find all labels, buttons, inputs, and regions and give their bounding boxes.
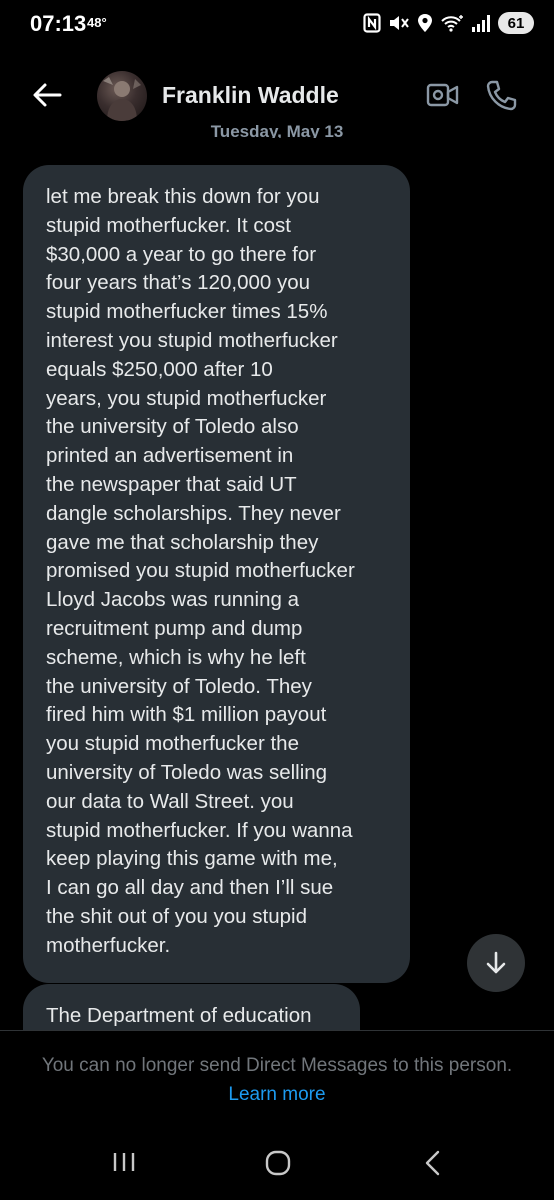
message-line: motherfucker. [46,933,171,957]
arrow-down-icon [486,951,506,974]
notice-message: You can no longer send Direct Messages t… [41,1055,513,1076]
message-line: recruitment pump and dump [46,616,303,640]
scroll-to-bottom-button[interactable] [467,934,525,992]
message-line: the shit out of you you stupid [46,904,307,928]
date-separator-text: Tuesday, May 13 [210,122,344,138]
message-line: the university of Toledo also [46,415,299,439]
message-line: Lloyd Jacobs was running a [46,588,299,612]
avatar[interactable] [97,71,147,121]
date-separator: Tuesday, May 13 [0,122,554,138]
video-call-icon[interactable] [426,80,460,110]
message-line: the newspaper that said UT [46,472,297,496]
message-line: our data to Wall Street. you [46,789,294,813]
message-line: The Department of education [46,1004,312,1027]
home-icon[interactable] [265,1150,291,1176]
message-line: equals $250,000 after 10 [46,357,273,381]
recents-icon[interactable] [112,1151,136,1173]
learn-more-link[interactable]: Learn more [228,1084,325,1105]
message-line: dangle scholarships. They never [46,501,341,525]
message-line: $30,000 a year to go there for [46,242,317,266]
message-line: promised you stupid motherfucker [46,559,355,583]
message-bubble[interactable]: The Department of education [23,984,360,1030]
battery-icon: 61 [498,12,534,34]
message-line: scheme, which is why he left [46,645,306,669]
message-line: years, you stupid motherfucker [46,386,327,410]
phone-icon[interactable] [484,78,518,112]
system-nav-bar [0,1126,554,1200]
message-line: you stupid motherfucker the [46,732,299,756]
message-line: fired him with $1 million payout [46,703,327,727]
back-arrow-icon[interactable] [30,78,64,112]
status-temperature: 48° [87,15,107,30]
message-line: interest you stupid motherfucker [46,328,338,352]
dm-disabled-notice: You can no longer send Direct Messages t… [0,1030,554,1127]
message-line: keep playing this game with me, [46,847,338,871]
notice-text: You can no longer send Direct Messages t… [40,1051,514,1109]
status-time: 07:13 [30,11,87,36]
message-line: the university of Toledo. They [46,674,312,698]
message-list[interactable]: let me break this down for you stupid mo… [0,140,554,1030]
nfc-icon [363,13,381,33]
message-line: printed an advertisement in [46,444,294,468]
signal-icon [472,15,490,32]
message-line: I can go all day and then I’ll sue [46,876,334,900]
message-line: university of Toledo was selling [46,760,328,784]
message-line: stupid motherfucker. If you wanna [46,818,353,842]
message-bubble[interactable]: let me break this down for you stupid mo… [23,165,410,983]
wifi-icon [441,15,463,32]
location-icon [418,14,432,32]
status-bar: 07:13 48° 61 [0,0,554,52]
back-icon[interactable] [421,1150,445,1176]
message-line: four years that’s 120,000 you [46,271,311,295]
status-icons: 61 [363,11,534,35]
message-line: let me break this down for you [46,185,320,208]
message-line: stupid motherfucker. It cost [46,213,291,237]
message-line: stupid motherfucker times 15% [46,300,328,324]
message-line: gave me that scholarship they [46,530,319,554]
contact-name[interactable]: Franklin Waddle [162,82,339,109]
mute-icon [390,16,409,30]
